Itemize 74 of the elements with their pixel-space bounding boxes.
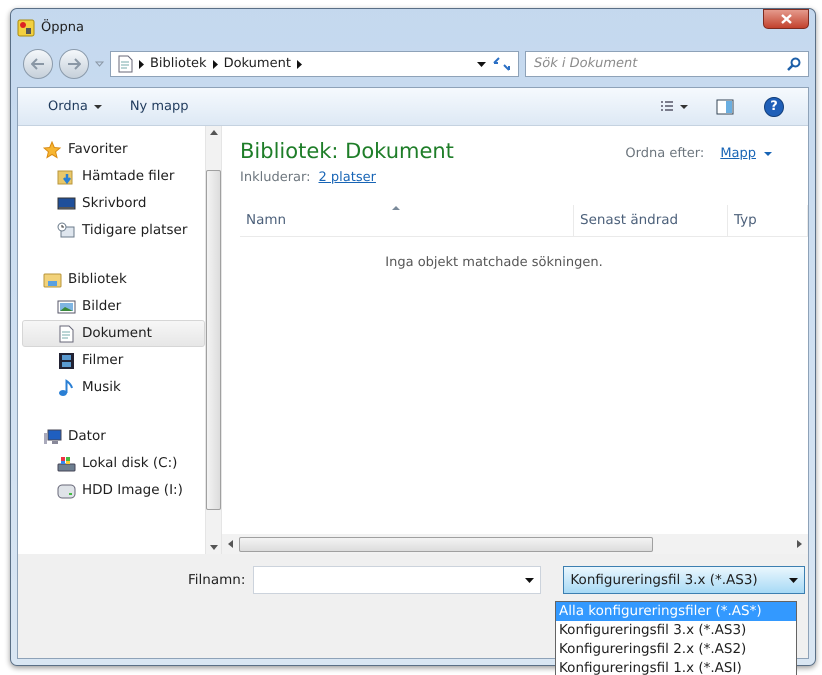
- includes-label: Inkluderar:: [240, 168, 311, 186]
- organize-menu-button[interactable]: Ordna: [42, 94, 108, 118]
- close-icon: [780, 14, 792, 24]
- sidebar-item[interactable]: Skrivbord: [22, 190, 205, 217]
- scroll-right-icon: [797, 540, 802, 548]
- caret-icon: [94, 104, 102, 108]
- sidebar-group[interactable]: Favoriter: [22, 136, 205, 163]
- sidebar-item[interactable]: Dokument: [22, 320, 205, 347]
- vertical-scrollbar[interactable]: [205, 126, 221, 554]
- sidebar-group[interactable]: Dator: [22, 423, 205, 450]
- dropdown-option[interactable]: Konfigureringsfil 3.x (*.AS3): [556, 621, 796, 640]
- dropdown-option[interactable]: Konfigureringsfil 2.x (*.AS2): [556, 640, 796, 659]
- app-icon: [17, 19, 35, 37]
- list-view-icon: [660, 100, 674, 112]
- sidebar-item[interactable]: Filmer: [22, 347, 205, 374]
- new-folder-button[interactable]: Ny mapp: [124, 94, 194, 118]
- star-icon: [43, 140, 62, 158]
- search-icon: [787, 57, 801, 71]
- dropdown-arrow-icon: [95, 61, 104, 67]
- sidebar-item[interactable]: HDD Image (I:): [22, 477, 205, 504]
- filename-label: Filnamn:: [188, 571, 246, 590]
- forward-arrow-icon: [67, 58, 81, 70]
- sidebar-group[interactable]: Bibliotek: [22, 266, 205, 293]
- dropdown-arrow-icon: [525, 578, 534, 582]
- sidebar-item[interactable]: Bilder: [22, 293, 205, 320]
- preview-pane-icon: [716, 98, 734, 114]
- column-header[interactable]: Senast ändrad: [574, 205, 728, 236]
- back-arrow-icon: [31, 58, 45, 70]
- breadcrumb-item[interactable]: Dokument: [224, 54, 291, 74]
- library-title: Bibliotek: Dokument: [240, 138, 454, 165]
- disk-drive-icon: [57, 454, 76, 472]
- document-icon: [117, 55, 133, 73]
- column-header[interactable]: Typ: [728, 205, 808, 236]
- sidebar-item[interactable]: Hämtade filer: [22, 163, 205, 190]
- help-button[interactable]: ?: [764, 96, 784, 116]
- close-button[interactable]: [763, 9, 809, 29]
- dropdown-arrow-icon: [477, 62, 486, 66]
- computer-icon: [43, 428, 62, 446]
- monitor-icon: [57, 194, 76, 212]
- filename-field[interactable]: [253, 566, 542, 594]
- scroll-left-icon: [228, 540, 233, 548]
- address-bar[interactable]: Bibliotek Dokument: [110, 51, 519, 77]
- locations-link[interactable]: 2 platser: [318, 168, 376, 187]
- window-title: Öppna: [41, 18, 84, 38]
- arrange-by-label: Ordna efter:: [625, 145, 704, 163]
- search-field[interactable]: Sök i Dokument: [525, 51, 809, 77]
- dropdown-option[interactable]: Konfigureringsfil 1.x (*.ASI): [556, 659, 796, 675]
- clock-computer-icon: [57, 222, 76, 240]
- scroll-up-icon[interactable]: [210, 130, 218, 135]
- breadcrumb-item[interactable]: Bibliotek: [150, 54, 207, 74]
- chevron-icon: [212, 60, 218, 68]
- sidebar-item[interactable]: Lokal disk (C:): [22, 450, 205, 477]
- scroll-down-icon[interactable]: [210, 545, 218, 550]
- drive-icon: [57, 482, 76, 500]
- empty-message: Inga objekt matchade sökningen.: [384, 254, 604, 272]
- horizontal-scrollbar[interactable]: [222, 534, 808, 554]
- chevron-icon: [296, 60, 302, 68]
- document-icon: [57, 324, 76, 342]
- picture-icon: [57, 298, 76, 316]
- sidebar-item[interactable]: Tidigare platser: [22, 217, 205, 244]
- music-note-icon: [57, 378, 76, 396]
- library-folder-icon: [43, 270, 62, 288]
- back-button[interactable]: [23, 49, 53, 79]
- forward-button[interactable]: [59, 49, 89, 79]
- refresh-icon: [492, 56, 512, 72]
- dropdown-arrow-icon: [789, 578, 798, 582]
- caret-icon: [680, 104, 688, 108]
- caret-icon: [764, 152, 772, 156]
- column-header[interactable]: Namn: [240, 205, 574, 236]
- filetype-dropdown[interactable]: Konfigureringsfil 3.x (*.AS3): [563, 566, 806, 594]
- arrange-by-dropdown[interactable]: Mapp: [720, 144, 772, 164]
- chevron-icon: [139, 60, 144, 68]
- sidebar-item[interactable]: Musik: [22, 374, 205, 401]
- film-icon: [57, 352, 76, 370]
